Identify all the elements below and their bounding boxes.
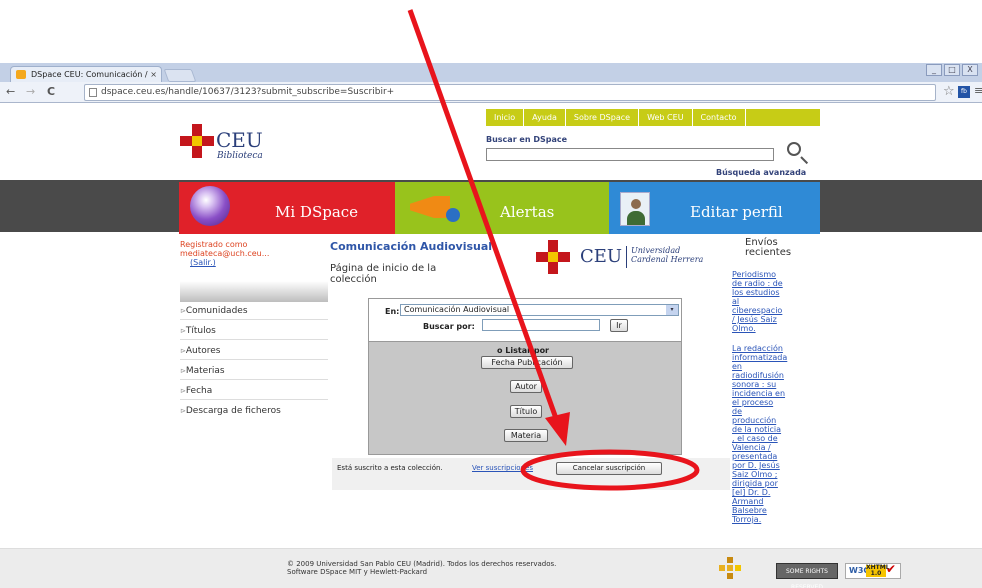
browse-by-label: o Listar por: [497, 346, 550, 355]
search-icon-handle: [800, 156, 809, 165]
tab-title: DSpace CEU: Comunicación /: [31, 70, 148, 79]
checkmark-icon: ✔: [886, 562, 897, 576]
university-logo-name: CEU: [580, 246, 623, 267]
sidebar-header: [180, 281, 328, 302]
scope-label: En:: [385, 307, 400, 316]
nav-web-ceu[interactable]: Web CEU: [639, 109, 693, 126]
w3c-xhtml-badge[interactable]: W3C XHTML 1.0 ✔: [845, 562, 901, 579]
creative-commons-badge[interactable]: SOME RIGHTS RESERVED: [776, 563, 838, 588]
top-navigation: Inicio Ayuda Sobre DSpace Web CEU Contac…: [486, 109, 820, 126]
back-icon[interactable]: ←: [6, 85, 15, 99]
nav-sobre-dspace[interactable]: Sobre DSpace: [566, 109, 640, 126]
nav-ayuda[interactable]: Ayuda: [524, 109, 566, 126]
cancel-subscription-button[interactable]: Cancelar suscripción: [556, 462, 662, 475]
sidebar-item-fecha[interactable]: ⊳Fecha: [180, 383, 328, 400]
editar-perfil-label: Editar perfil: [690, 203, 783, 221]
copyright-text: © 2009 Universidad San Pablo CEU (Madrid…: [287, 560, 557, 576]
ceu-cross-icon: [536, 240, 570, 274]
new-tab-button[interactable]: [163, 69, 197, 82]
browse-title-button[interactable]: Título: [510, 405, 542, 418]
sidebar-item-materias[interactable]: ⊳Materias: [180, 363, 328, 380]
close-window-button[interactable]: X: [962, 64, 978, 76]
search-icon[interactable]: [787, 142, 801, 156]
advanced-search-link[interactable]: Búsqueda avanzada: [716, 168, 806, 177]
user-email: mediateca@uch.ceu...: [180, 249, 270, 258]
sidebar-item-comunidades[interactable]: ⊳Comunidades: [180, 303, 328, 320]
scope-select[interactable]: Comunicación Audiovisual ▾: [400, 304, 679, 316]
reload-icon[interactable]: C: [47, 85, 55, 99]
close-tab-icon[interactable]: ×: [150, 67, 157, 82]
extension-icon[interactable]: fb: [958, 86, 970, 98]
logo-name: CEU: [216, 128, 263, 152]
page-icon: [89, 88, 97, 97]
browse-author-button[interactable]: Autor: [510, 380, 542, 393]
nav-contacto[interactable]: Contacto: [693, 109, 746, 126]
logo-divider: [626, 246, 627, 268]
browse-subject-button[interactable]: Materia: [504, 429, 548, 442]
view-subscriptions-link[interactable]: Ver suscripciones: [472, 464, 533, 472]
subscription-bar: [332, 458, 730, 490]
window-controls: _ □ X: [926, 64, 978, 78]
mi-dspace-label: Mi DSpace: [275, 203, 359, 221]
university-logo-subtitle: Universidad Cardenal Herrera: [631, 246, 704, 264]
screenshot: { "browser": { "tab_title": "DSpace CEU:…: [0, 0, 982, 588]
address-bar[interactable]: dspace.ceu.es/handle/10637/3123?submit_s…: [84, 84, 936, 101]
menu-icon[interactable]: ≡: [974, 84, 982, 97]
recent-submissions-title: Envíos recientes: [745, 237, 792, 258]
browse-date-button[interactable]: Fecha Publicación: [481, 356, 573, 369]
ceu-cross-icon: [180, 124, 214, 158]
disco-ball-icon: [190, 186, 230, 226]
logo-subtitle: Biblioteca: [217, 151, 263, 161]
megaphone-bell-icon: [446, 208, 460, 222]
alertas-label: Alertas: [500, 203, 555, 221]
browser-tab[interactable]: DSpace CEU: Comunicación / ×: [10, 66, 162, 82]
collection-title: Comunicación Audiovisual: [330, 240, 493, 253]
sidebar-item-autores[interactable]: ⊳Autores: [180, 343, 328, 360]
collection-subtitle: Página de inicio de la colección: [330, 263, 437, 285]
forward-icon[interactable]: →: [26, 85, 35, 99]
user-profile-icon: [620, 192, 650, 226]
search-label: Buscar en DSpace: [486, 135, 568, 144]
sidebar-item-titulos[interactable]: ⊳Títulos: [180, 323, 328, 340]
favicon-icon: [16, 70, 26, 79]
maximize-button[interactable]: □: [944, 64, 960, 76]
go-button[interactable]: Ir: [610, 319, 628, 332]
registered-label: Registrado como: [180, 240, 248, 249]
logout-link[interactable]: (Salir.): [190, 258, 216, 267]
chevron-down-icon: ▾: [666, 305, 678, 315]
bookmark-star-icon[interactable]: ☆: [943, 84, 955, 99]
url-text: dspace.ceu.es/handle/10637/3123?submit_s…: [101, 87, 395, 97]
search-input[interactable]: [486, 148, 774, 161]
dspace-logo-icon[interactable]: [719, 557, 743, 579]
search-by-label: Buscar por:: [423, 322, 475, 331]
user-info: Registrado como mediateca@uch.ceu...: [180, 240, 269, 258]
minimize-button[interactable]: _: [926, 64, 942, 76]
recent-item-link[interactable]: Periodismo de radio : de los estudios al cib…: [732, 270, 790, 333]
sidebar-item-descarga[interactable]: ⊳Descarga de ficheros: [180, 403, 328, 420]
subscription-status: Está suscrito a esta colección.: [337, 464, 443, 472]
search-by-input[interactable]: [482, 319, 600, 331]
nav-inicio[interactable]: Inicio: [486, 109, 525, 126]
recent-item-link[interactable]: La redacción informatizada en radiodifusión…: [732, 344, 790, 524]
